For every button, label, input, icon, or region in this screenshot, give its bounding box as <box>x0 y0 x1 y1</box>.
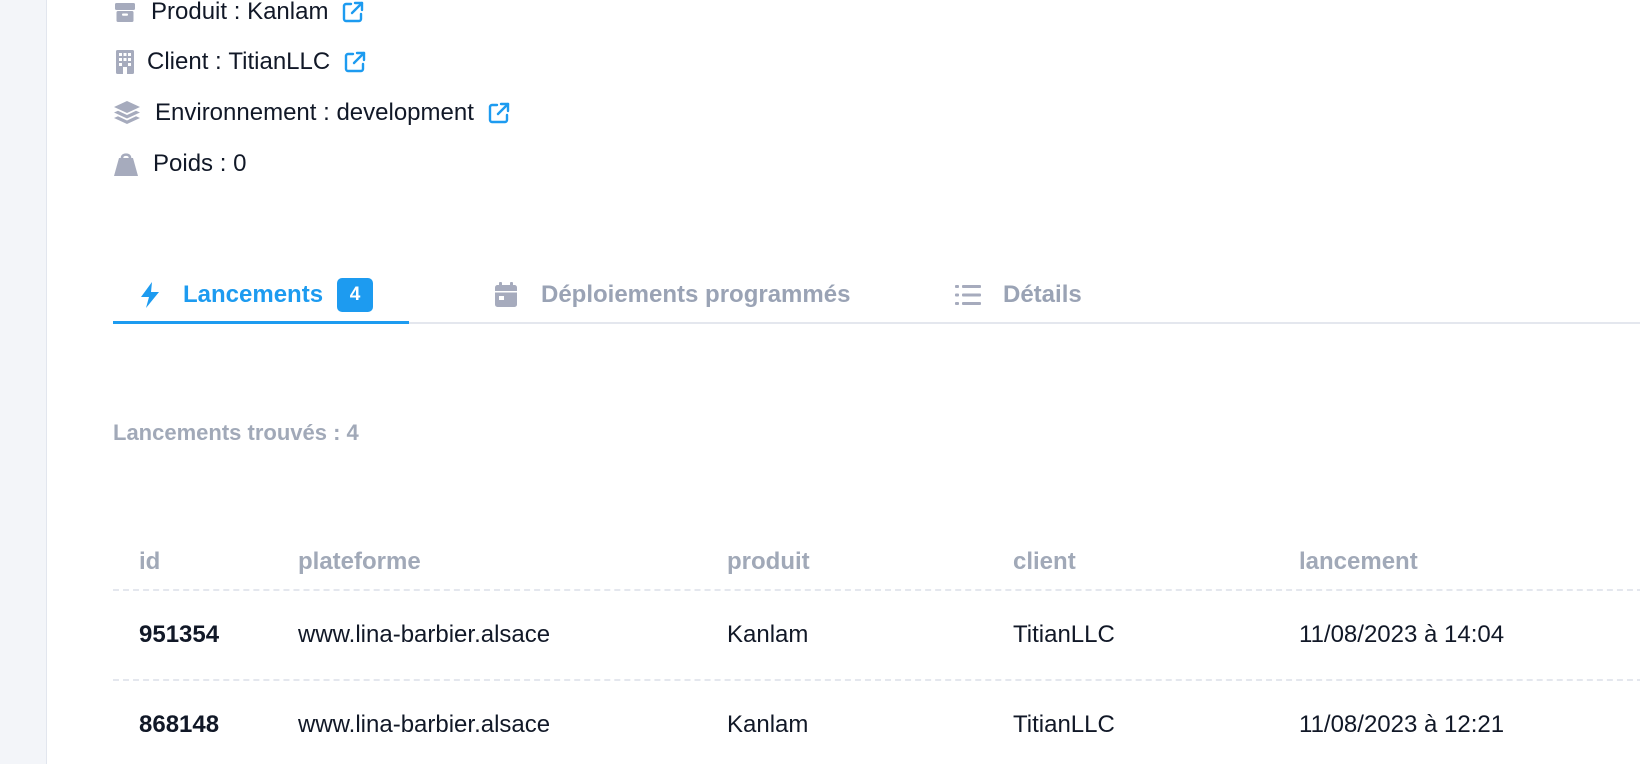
info-poids-value: 0 <box>233 150 247 177</box>
info-poids-label: Poids <box>153 150 214 177</box>
cell-client: TitianLLC <box>1013 621 1115 648</box>
tab-lancements[interactable]: Lancements 4 <box>113 268 409 324</box>
cell-plateforme: www.lina-barbier.alsace <box>298 621 551 648</box>
table-row[interactable]: 951354 www.lina-barbier.alsace Kanlam Ti… <box>113 591 1640 681</box>
cell-produit: Kanlam <box>727 711 809 738</box>
count-badge: 4 <box>337 278 374 312</box>
external-link-icon[interactable] <box>340 0 366 25</box>
cell-lancement: 11/08/2023 à 12:21 <box>1299 711 1505 738</box>
info-client-value: TitianLLC <box>228 48 331 75</box>
list-icon <box>955 282 981 308</box>
launches-table: id plateforme produit client lancement 9… <box>113 535 1640 764</box>
results-count: Lancements trouvés : 4 <box>113 420 359 445</box>
table-row[interactable]: 868148 www.lina-barbier.alsace Kanlam Ti… <box>113 681 1640 764</box>
external-link-icon[interactable] <box>342 49 368 75</box>
layers-icon <box>113 100 141 126</box>
column-header-client[interactable]: client <box>1013 535 1076 589</box>
info-client: Client : TitianLLC <box>113 48 368 76</box>
cell-produit: Kanlam <box>727 621 809 648</box>
tab-deploiements-programmes[interactable]: Déploiements programmés <box>493 268 850 322</box>
tab-details-label: Détails <box>1003 281 1082 308</box>
main-content: Produit : Kanlam Client : TitianLLC Envi… <box>47 0 1640 764</box>
info-environnement-value: development <box>336 99 474 126</box>
cell-plateforme: www.lina-barbier.alsace <box>298 711 551 738</box>
info-environnement: Environnement : development <box>113 99 512 127</box>
column-header-plateforme[interactable]: plateforme <box>298 535 421 589</box>
cell-id: 951354 <box>139 621 220 648</box>
info-produit-label: Produit <box>151 0 228 25</box>
tab-deploiements-label: Déploiements programmés <box>541 281 851 308</box>
info-poids: Poids : 0 <box>113 150 246 178</box>
bolt-icon <box>137 282 163 308</box>
weight-bag-icon <box>113 151 139 177</box>
cell-id: 868148 <box>139 711 220 738</box>
column-header-produit[interactable]: produit <box>727 535 810 589</box>
column-header-lancement[interactable]: lancement <box>1299 535 1418 589</box>
info-client-label: Client <box>147 48 209 75</box>
tab-details[interactable]: Détails <box>955 268 1082 322</box>
calendar-icon <box>493 282 519 308</box>
tab-lancements-label: Lancements <box>183 281 324 308</box>
box-icon <box>113 0 137 25</box>
sidebar-rail <box>0 0 47 764</box>
info-environnement-label: Environnement <box>155 99 317 126</box>
info-produit: Produit : Kanlam <box>113 0 366 26</box>
column-header-id[interactable]: id <box>139 535 160 589</box>
info-produit-value: Kanlam <box>247 0 329 25</box>
cell-lancement: 11/08/2023 à 14:04 <box>1299 621 1505 648</box>
external-link-icon[interactable] <box>486 100 512 126</box>
building-icon <box>113 49 137 75</box>
tabs: Lancements 4 Déploiements programmés Dét… <box>113 268 1640 324</box>
cell-client: TitianLLC <box>1013 711 1115 738</box>
table-header: id plateforme produit client lancement <box>113 535 1640 591</box>
